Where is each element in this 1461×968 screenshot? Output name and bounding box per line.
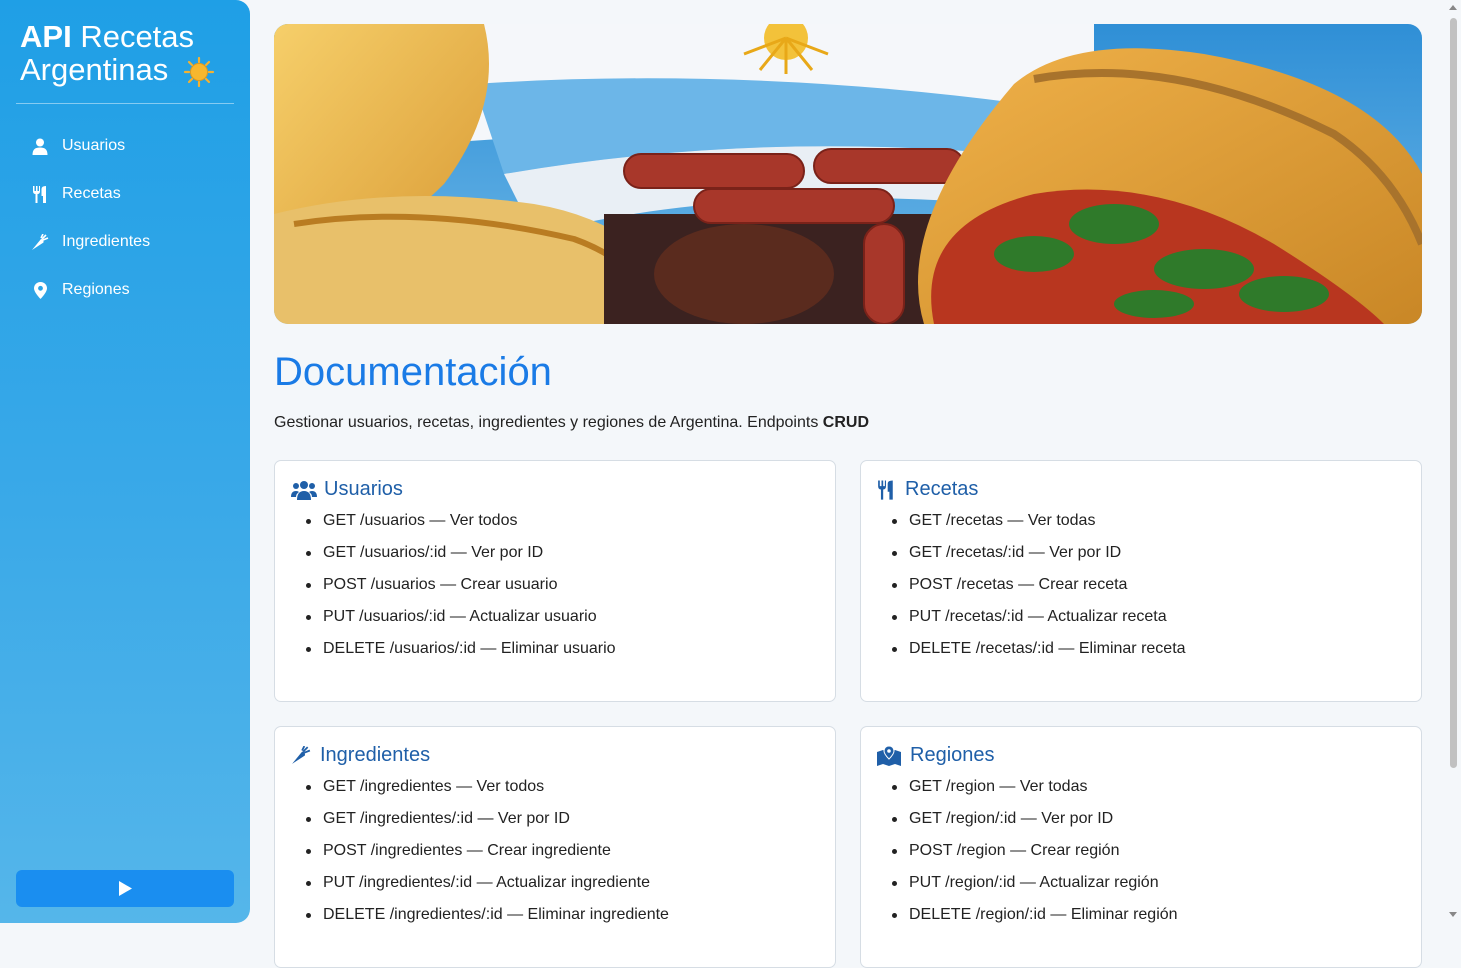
endpoint-list: GET /region — Ver todas GET /region/:id … bbox=[892, 777, 1178, 937]
main-content: Documentación Gestionar usuarios, receta… bbox=[274, 0, 1422, 968]
sidebar-nav: Usuarios Recetas Ingredientes Regiones bbox=[0, 122, 250, 314]
page-title: Documentación bbox=[274, 350, 552, 394]
utensils-icon bbox=[30, 184, 50, 204]
endpoint-list: GET /usuarios — Ver todos GET /usuarios/… bbox=[306, 511, 616, 671]
card-title: Usuarios bbox=[291, 478, 403, 501]
card-title: Recetas bbox=[877, 478, 978, 501]
endpoint-item: PUT /region/:id — Actualizar región bbox=[892, 873, 1178, 905]
endpoint-item: POST /region — Crear región bbox=[892, 841, 1178, 873]
scrollbar-thumb[interactable] bbox=[1450, 18, 1457, 768]
scroll-down-arrow-icon[interactable] bbox=[1449, 912, 1457, 917]
brand-title-bold: API bbox=[20, 19, 72, 54]
endpoint-item: PUT /usuarios/:id — Actualizar usuario bbox=[306, 607, 616, 639]
endpoint-list: GET /recetas — Ver todas GET /recetas/:i… bbox=[892, 511, 1186, 671]
endpoint-item: DELETE /ingredientes/:id — Eliminar ingr… bbox=[306, 905, 669, 937]
card-title-label: Regiones bbox=[910, 744, 995, 766]
sidebar-item-usuarios[interactable]: Usuarios bbox=[0, 122, 250, 170]
endpoint-item: GET /region/:id — Ver por ID bbox=[892, 809, 1178, 841]
endpoint-item: POST /usuarios — Crear usuario bbox=[306, 575, 616, 607]
endpoint-item: DELETE /usuarios/:id — Eliminar usuario bbox=[306, 639, 616, 671]
card-ingredientes: Ingredientes GET /ingredientes — Ver tod… bbox=[274, 726, 836, 968]
carrot-icon bbox=[291, 745, 313, 767]
endpoint-item: POST /recetas — Crear receta bbox=[892, 575, 1186, 607]
endpoint-item: PUT /ingredientes/:id — Actualizar ingre… bbox=[306, 873, 669, 905]
endpoint-item: GET /region — Ver todas bbox=[892, 777, 1178, 809]
endpoint-item: GET /recetas — Ver todas bbox=[892, 511, 1186, 543]
sidebar-item-label: Ingredientes bbox=[62, 233, 151, 250]
sidebar-item-label: Regiones bbox=[62, 281, 130, 298]
card-title-label: Ingredientes bbox=[320, 744, 431, 766]
sidebar-item-ingredientes[interactable]: Ingredientes bbox=[0, 218, 250, 266]
endpoint-item: DELETE /recetas/:id — Eliminar receta bbox=[892, 639, 1186, 671]
endpoint-item: GET /recetas/:id — Ver por ID bbox=[892, 543, 1186, 575]
endpoint-list: GET /ingredientes — Ver todos GET /ingre… bbox=[306, 777, 669, 937]
endpoint-item: GET /usuarios — Ver todos bbox=[306, 511, 616, 543]
page-subtitle: Gestionar usuarios, recetas, ingrediente… bbox=[274, 414, 869, 432]
sidebar-item-label: Recetas bbox=[62, 185, 121, 202]
subtitle-bold: CRUD bbox=[822, 414, 869, 431]
card-title-label: Usuarios bbox=[324, 478, 403, 500]
sidebar-item-label: Usuarios bbox=[62, 137, 126, 154]
vertical-scrollbar[interactable] bbox=[1446, 0, 1461, 923]
sidebar-item-recetas[interactable]: Recetas bbox=[0, 170, 250, 218]
card-regiones: Regiones GET /region — Ver todas GET /re… bbox=[860, 726, 1422, 968]
map-location-icon bbox=[877, 745, 903, 767]
user-icon bbox=[30, 136, 50, 156]
sidebar: API Recetas Argentinas Usuarios Recetas bbox=[0, 0, 250, 923]
card-usuarios: Usuarios GET /usuarios — Ver todos GET /… bbox=[274, 460, 836, 702]
hero-banner-image bbox=[274, 24, 1422, 324]
endpoint-item: POST /ingredientes — Crear ingrediente bbox=[306, 841, 669, 873]
card-title: Regiones bbox=[877, 744, 995, 767]
card-title: Ingredientes bbox=[291, 744, 430, 767]
carrot-icon bbox=[30, 232, 50, 252]
scroll-up-arrow-icon[interactable] bbox=[1449, 5, 1457, 10]
sidebar-item-regiones[interactable]: Regiones bbox=[0, 266, 250, 314]
endpoint-item: PUT /recetas/:id — Actualizar receta bbox=[892, 607, 1186, 639]
utensils-icon bbox=[877, 479, 898, 501]
endpoint-item: GET /usuarios/:id — Ver por ID bbox=[306, 543, 616, 575]
subtitle-text: Gestionar usuarios, recetas, ingrediente… bbox=[274, 414, 823, 431]
endpoint-item: GET /ingredientes/:id — Ver por ID bbox=[306, 809, 669, 841]
card-title-label: Recetas bbox=[905, 478, 979, 500]
endpoint-item: DELETE /region/:id — Eliminar región bbox=[892, 905, 1178, 937]
endpoint-item: GET /ingredientes — Ver todos bbox=[306, 777, 669, 809]
play-button[interactable] bbox=[16, 870, 234, 907]
users-icon bbox=[291, 479, 317, 501]
brand-divider bbox=[16, 103, 234, 104]
brand-title[interactable]: API Recetas Argentinas bbox=[20, 20, 235, 88]
card-recetas: Recetas GET /recetas — Ver todas GET /re… bbox=[860, 460, 1422, 702]
hero-food-illustration bbox=[274, 24, 1422, 324]
map-pin-icon bbox=[30, 280, 50, 300]
sun-icon bbox=[183, 56, 214, 87]
play-icon bbox=[118, 881, 132, 896]
